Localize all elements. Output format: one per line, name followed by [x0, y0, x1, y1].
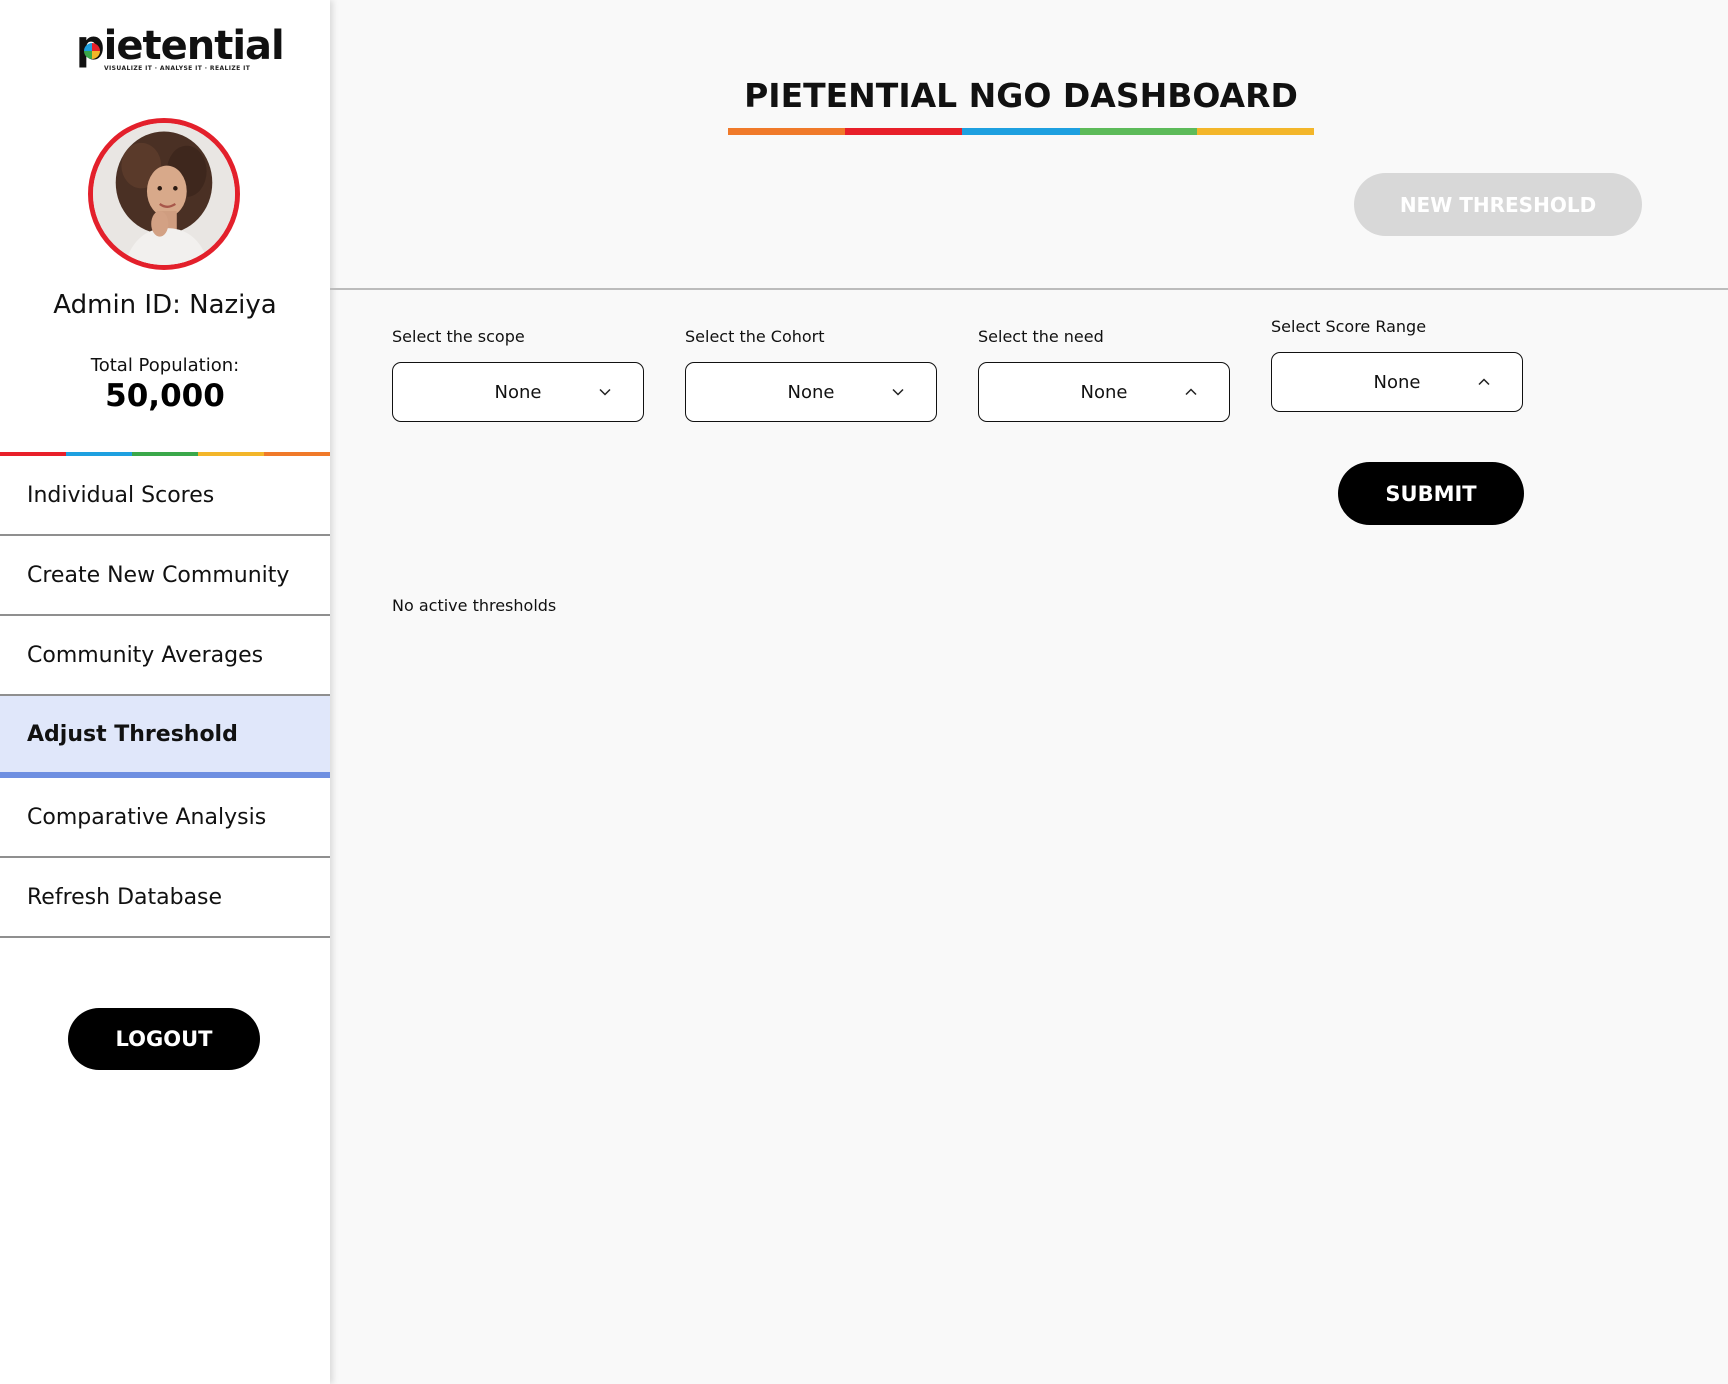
- chevron-up-icon: [1183, 384, 1199, 400]
- cohort-select-value: None: [787, 381, 835, 403]
- sidebar-item-adjust-threshold[interactable]: Adjust Threshold: [0, 696, 330, 778]
- header-divider: [330, 288, 1728, 290]
- sidebar-item-create-new-community[interactable]: Create New Community: [0, 536, 330, 616]
- sidebar-item-refresh-database[interactable]: Refresh Database: [0, 858, 330, 938]
- avatar: [88, 118, 240, 270]
- logo-wordmark: pietential: [76, 23, 285, 69]
- need-select-value: None: [1080, 381, 1128, 403]
- need-select[interactable]: None: [978, 362, 1230, 422]
- rainbow-segment: [1079, 128, 1197, 135]
- sidebar-item-community-averages[interactable]: Community Averages: [0, 616, 330, 696]
- title-rainbow-underline: [728, 128, 1315, 135]
- score-range-select[interactable]: None: [1271, 352, 1523, 412]
- cohort-select[interactable]: None: [685, 362, 937, 422]
- score-range-label: Select Score Range: [1271, 317, 1427, 336]
- need-label: Select the need: [978, 327, 1104, 346]
- population-label: Total Population:: [90, 355, 240, 376]
- submit-button[interactable]: SUBMIT: [1338, 462, 1524, 525]
- population-value: 50,000: [105, 378, 225, 414]
- profile-photo: [93, 123, 235, 265]
- logo-tagline: VISUALIZE IT · ANALYSE IT · REALIZE IT: [104, 65, 251, 72]
- score-range-select-value: None: [1373, 371, 1421, 393]
- status-text: No active thresholds: [392, 596, 557, 615]
- rainbow-segment: [728, 128, 846, 135]
- rainbow-segment: [962, 128, 1080, 135]
- scope-select[interactable]: None: [392, 362, 644, 422]
- sidebar-item-comparative-analysis[interactable]: Comparative Analysis: [0, 778, 330, 858]
- rainbow-segment: [845, 128, 963, 135]
- logout-button[interactable]: LOGOUT: [68, 1008, 260, 1070]
- new-threshold-button[interactable]: NEW THRESHOLD: [1354, 173, 1642, 236]
- admin-id: Admin ID: Naziya: [53, 290, 277, 320]
- chevron-up-icon: [1476, 374, 1492, 390]
- sidebar: pietential VISUALIZE IT · ANALYSE IT · R…: [0, 0, 330, 1384]
- chevron-down-icon: [597, 384, 613, 400]
- scope-select-value: None: [494, 381, 542, 403]
- cohort-label: Select the Cohort: [685, 327, 825, 346]
- page-title: PIETENTIAL NGO DASHBOARD: [744, 76, 1298, 115]
- sidebar-nav: Individual Scores Create New Community C…: [0, 456, 330, 938]
- chevron-down-icon: [890, 384, 906, 400]
- logo-pie-icon: [84, 43, 100, 59]
- pietential-logo[interactable]: pietential VISUALIZE IT · ANALYSE IT · R…: [76, 24, 285, 74]
- rainbow-segment: [1196, 128, 1315, 135]
- sidebar-item-individual-scores[interactable]: Individual Scores: [0, 456, 330, 536]
- scope-label: Select the scope: [392, 327, 525, 346]
